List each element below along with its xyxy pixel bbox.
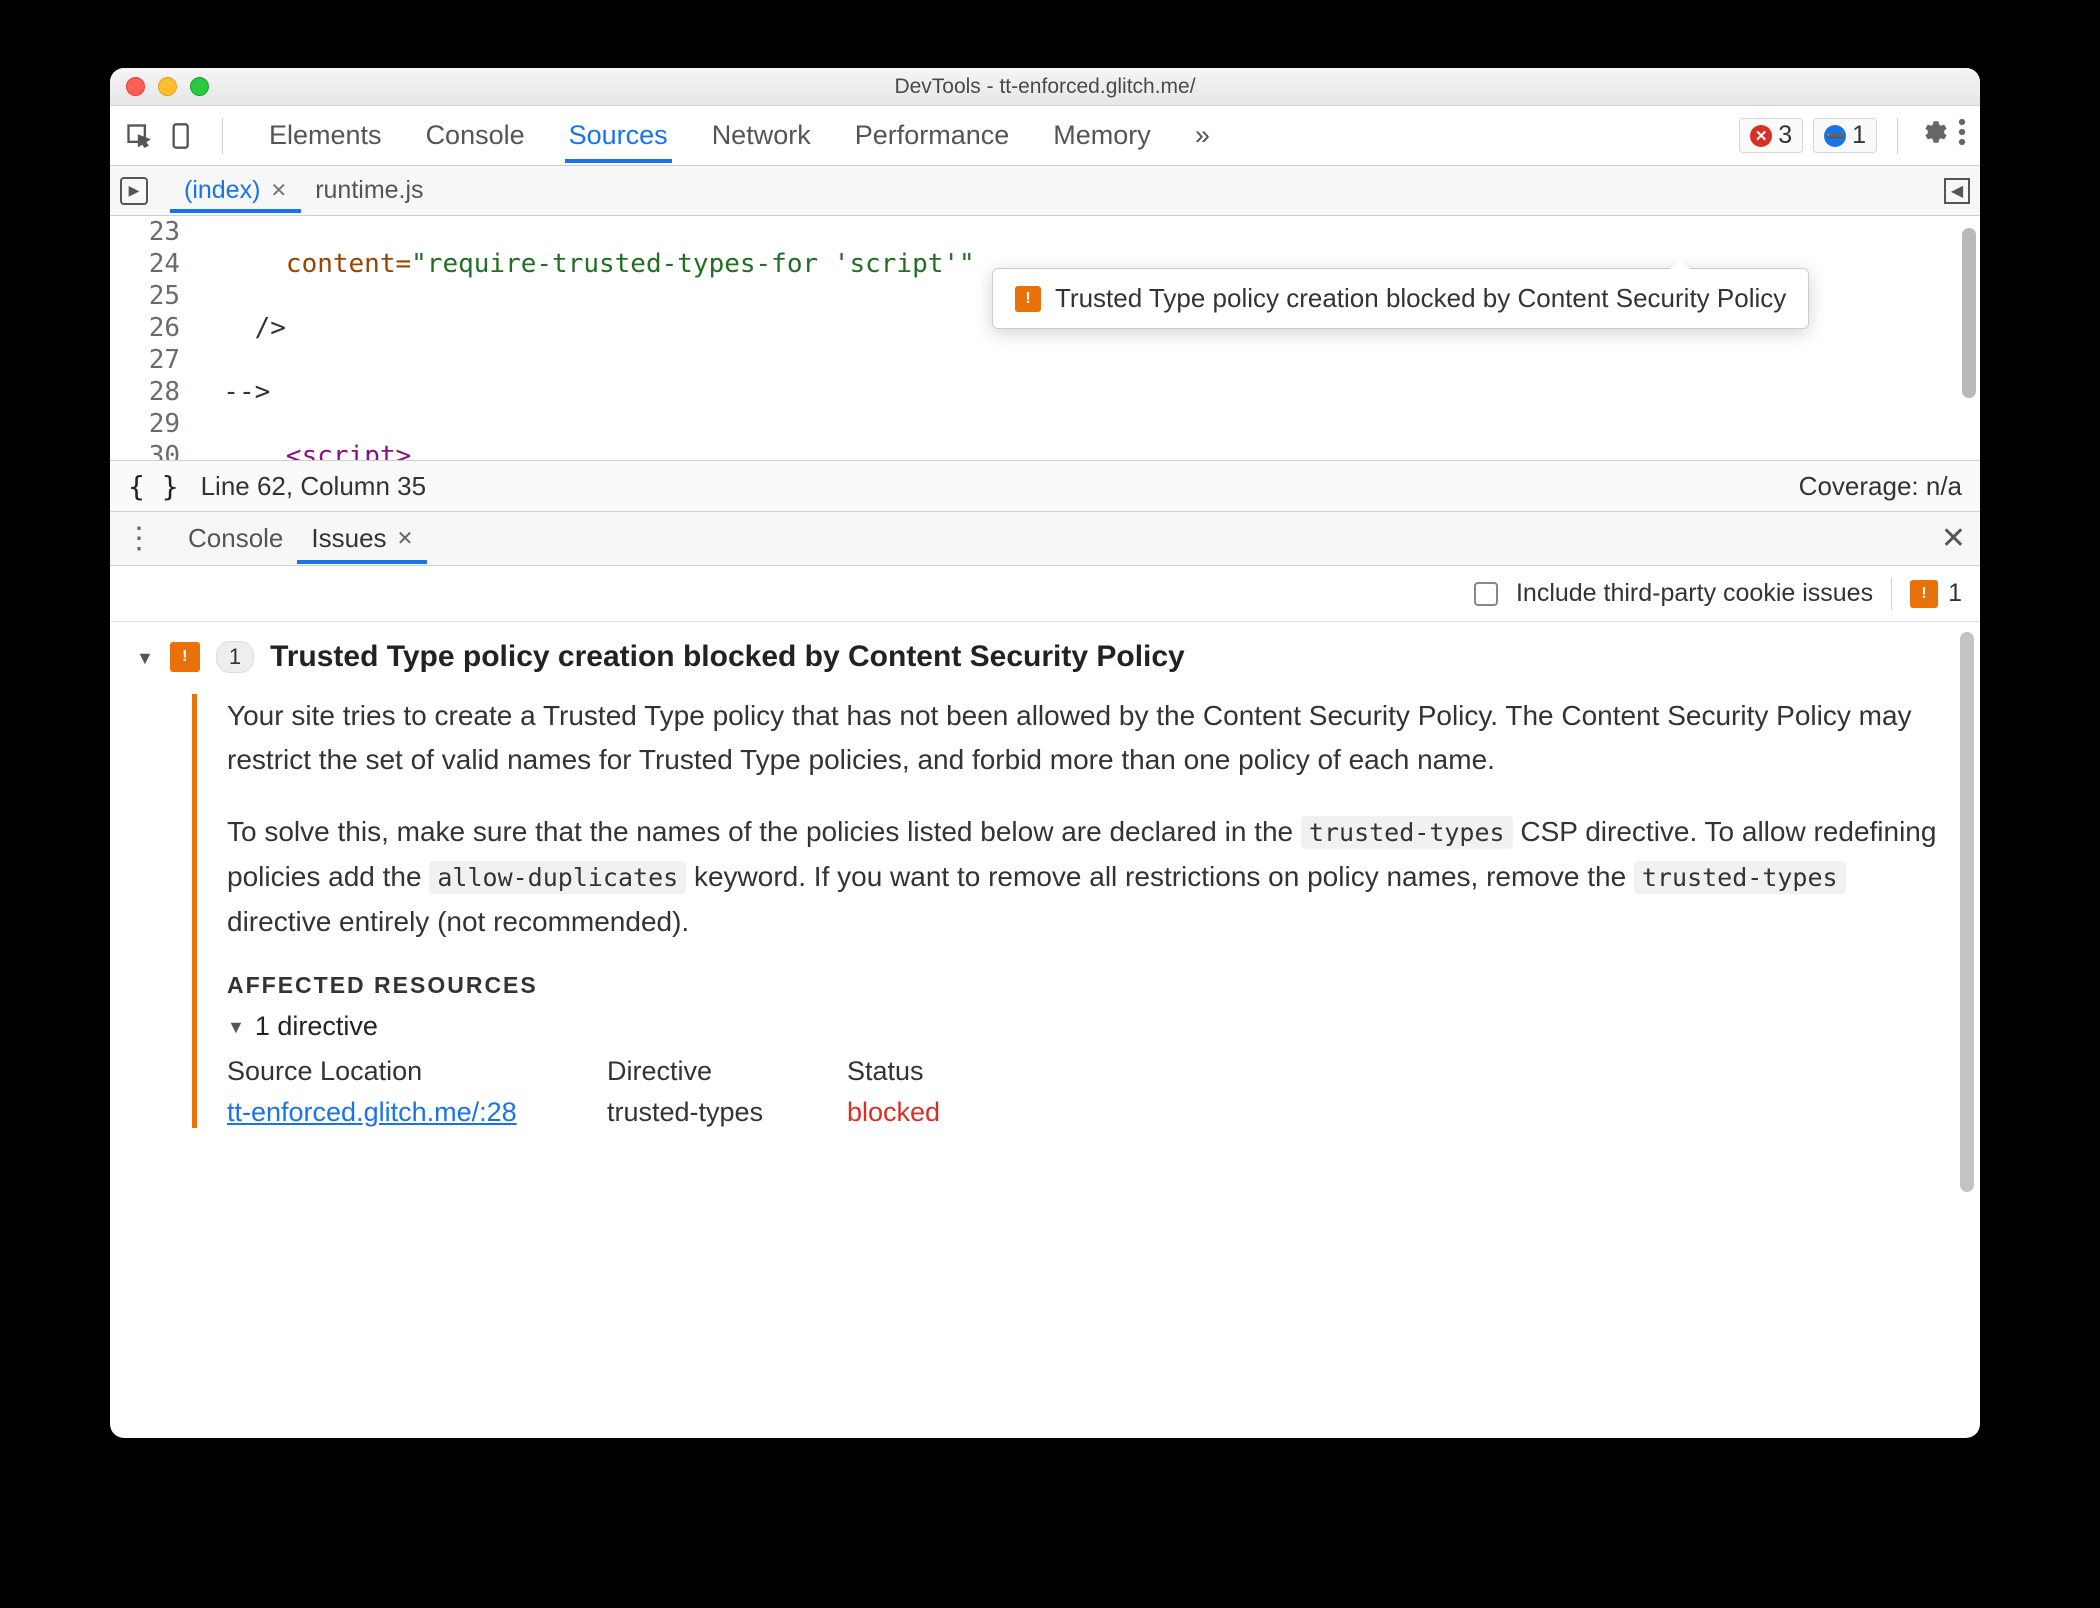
close-icon[interactable]: ✕ bbox=[397, 526, 414, 551]
tab-console[interactable]: Console bbox=[422, 108, 529, 163]
issues-toolbar: Include third-party cookie issues ! 1 bbox=[110, 566, 1980, 622]
file-tab-label: runtime.js bbox=[315, 176, 423, 205]
issue-title: Trusted Type policy creation blocked by … bbox=[270, 640, 1185, 674]
tab-performance[interactable]: Performance bbox=[851, 108, 1014, 163]
error-count: 3 bbox=[1778, 121, 1792, 150]
directive-group[interactable]: ▼ 1 directive bbox=[227, 1011, 1954, 1042]
collapse-sidebar-icon[interactable]: ◀ bbox=[1944, 178, 1970, 204]
warning-icon: ! bbox=[1910, 580, 1938, 608]
format-icon[interactable]: { } bbox=[128, 470, 179, 503]
coverage-status: Coverage: n/a bbox=[1799, 471, 1962, 502]
device-icon[interactable] bbox=[168, 121, 198, 151]
scrollbar-thumb[interactable] bbox=[1962, 228, 1976, 398]
issues-panel: ▼ ! 1 Trusted Type policy creation block… bbox=[110, 622, 1980, 1438]
settings-icon[interactable] bbox=[1918, 117, 1948, 154]
cursor-position: Line 62, Column 35 bbox=[201, 471, 426, 502]
code-content: content="require-trusted-types-for 'scri… bbox=[192, 216, 1960, 460]
message-icon: ➖ bbox=[1824, 125, 1846, 147]
tab-elements[interactable]: Elements bbox=[265, 108, 386, 163]
error-icon: ✕ bbox=[1750, 125, 1772, 147]
main-toolbar: Elements Console Sources Network Perform… bbox=[110, 106, 1980, 166]
col-source: Source Location bbox=[227, 1056, 607, 1087]
file-tab-runtime[interactable]: runtime.js bbox=[301, 168, 437, 213]
resume-icon[interactable]: ▶ bbox=[120, 177, 148, 205]
devtools-window: DevTools - tt-enforced.glitch.me/ Elemen… bbox=[110, 68, 1980, 1438]
inspect-icon[interactable] bbox=[124, 121, 154, 151]
issue-paragraph: To solve this, make sure that the names … bbox=[227, 810, 1954, 944]
drawer-tab-label: Issues bbox=[311, 523, 386, 554]
disclosure-triangle-icon[interactable]: ▼ bbox=[227, 1017, 245, 1038]
toolbar-left: Elements Console Sources Network Perform… bbox=[124, 108, 1214, 163]
file-tab-index[interactable]: (index) ✕ bbox=[170, 168, 301, 213]
tooltip-arrow bbox=[1668, 259, 1692, 271]
kebab-menu-icon[interactable]: ⋮ bbox=[124, 535, 154, 543]
drawer-tab-issues[interactable]: Issues ✕ bbox=[297, 513, 427, 564]
tooltip-text: Trusted Type policy creation blocked by … bbox=[1055, 283, 1786, 314]
error-badge[interactable]: ✕ 3 bbox=[1739, 118, 1803, 153]
close-icon[interactable]: ✕ bbox=[270, 178, 287, 203]
issue-body: Your site tries to create a Trusted Type… bbox=[192, 694, 1954, 1128]
window-title: DevTools - tt-enforced.glitch.me/ bbox=[110, 75, 1980, 99]
warning-icon: ! bbox=[170, 642, 200, 672]
tab-more[interactable]: » bbox=[1191, 108, 1214, 163]
tab-memory[interactable]: Memory bbox=[1049, 108, 1155, 163]
directive-value: trusted-types bbox=[607, 1097, 847, 1128]
message-badge[interactable]: ➖ 1 bbox=[1813, 118, 1877, 153]
separator bbox=[222, 118, 223, 154]
affected-heading: AFFECTED RESOURCES bbox=[227, 972, 1954, 999]
issue-count-badge: 1 bbox=[216, 641, 254, 673]
affected-table: Source Location Directive Status tt-enfo… bbox=[227, 1056, 1954, 1128]
cookie-checkbox[interactable] bbox=[1474, 582, 1498, 606]
warning-tooltip: ! Trusted Type policy creation blocked b… bbox=[992, 268, 1809, 329]
tab-sources[interactable]: Sources bbox=[565, 108, 672, 163]
col-status: Status bbox=[847, 1056, 1047, 1087]
drawer-tab-console[interactable]: Console bbox=[174, 513, 297, 564]
code-editor[interactable]: 23 24 25 26 27 28 29 30 content="require… bbox=[110, 216, 1980, 460]
warning-icon: ! bbox=[1015, 286, 1041, 312]
scrollbar-thumb[interactable] bbox=[1960, 632, 1974, 1192]
separator bbox=[1891, 578, 1892, 610]
kebab-menu-icon[interactable] bbox=[1958, 117, 1966, 154]
directive-count: 1 directive bbox=[255, 1011, 378, 1042]
file-tab-label: (index) bbox=[184, 176, 260, 205]
source-location-link[interactable]: tt-enforced.glitch.me/:28 bbox=[227, 1097, 607, 1128]
drawer-tabs: ⋮ Console Issues ✕ ✕ bbox=[110, 512, 1980, 566]
warning-count: 1 bbox=[1948, 579, 1962, 608]
editor-status-bar: { } Line 62, Column 35 Coverage: n/a bbox=[110, 460, 1980, 512]
panel-tabs: Elements Console Sources Network Perform… bbox=[265, 108, 1214, 163]
file-tabs: ▶ (index) ✕ runtime.js ◀ bbox=[110, 166, 1980, 216]
close-drawer-icon[interactable]: ✕ bbox=[1941, 521, 1966, 556]
warning-badge[interactable]: ! 1 bbox=[1910, 579, 1962, 608]
message-count: 1 bbox=[1852, 121, 1866, 150]
tab-network[interactable]: Network bbox=[708, 108, 815, 163]
toolbar-right: ✕ 3 ➖ 1 bbox=[1739, 117, 1966, 154]
titlebar: DevTools - tt-enforced.glitch.me/ bbox=[110, 68, 1980, 106]
col-directive: Directive bbox=[607, 1056, 847, 1087]
disclosure-triangle-icon[interactable]: ▼ bbox=[136, 648, 154, 669]
separator bbox=[1897, 118, 1898, 154]
issue-header[interactable]: ▼ ! 1 Trusted Type policy creation block… bbox=[136, 640, 1954, 674]
issue-paragraph: Your site tries to create a Trusted Type… bbox=[227, 694, 1954, 782]
line-gutter: 23 24 25 26 27 28 29 30 bbox=[110, 216, 192, 460]
status-value: blocked bbox=[847, 1097, 1047, 1128]
cookie-label: Include third-party cookie issues bbox=[1516, 579, 1873, 608]
